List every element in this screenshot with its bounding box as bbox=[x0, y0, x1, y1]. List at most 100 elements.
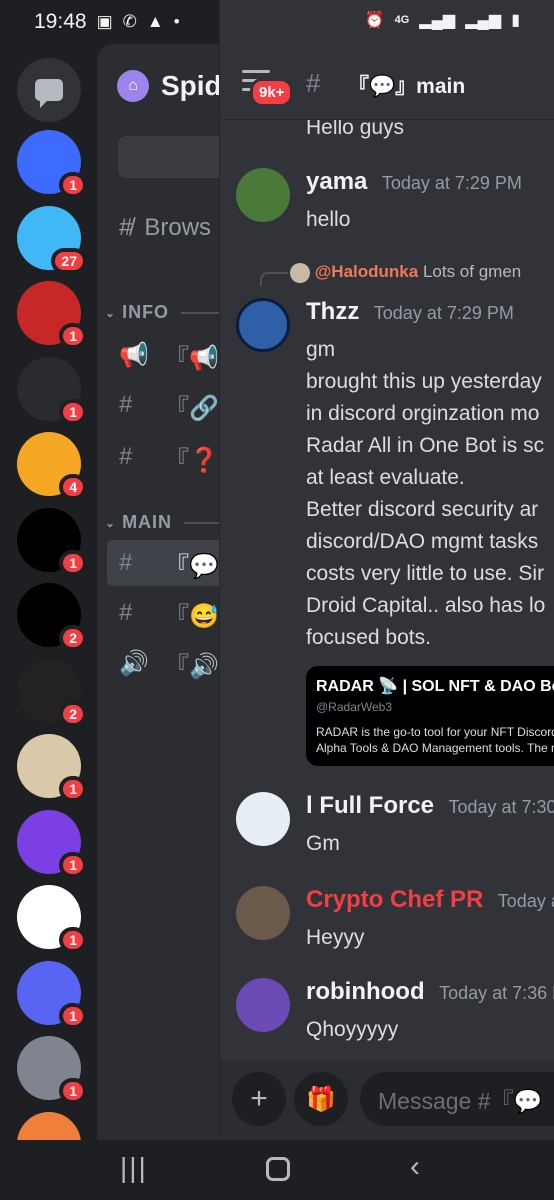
chat-header: 9k+ # 『💬』main bbox=[220, 44, 554, 120]
server-icon[interactable]: 4 bbox=[17, 432, 87, 500]
recent-apps-icon[interactable]: ||| bbox=[120, 1152, 148, 1184]
message-line: Droid Capital.. also has lo bbox=[306, 594, 546, 617]
server-icon[interactable]: 1 bbox=[17, 356, 87, 425]
chat-panel: 9k+ # 『💬』main Hello guys yama Today at 7… bbox=[219, 0, 554, 1200]
avatar[interactable] bbox=[236, 168, 290, 222]
message-header: Thzz Today at 7:29 PM bbox=[306, 298, 514, 326]
unread-badge: 1 bbox=[59, 851, 87, 878]
direct-messages-button[interactable] bbox=[17, 58, 81, 122]
unread-badge: 2 bbox=[59, 700, 87, 727]
server-icon[interactable]: 1 bbox=[17, 960, 87, 1029]
chevron-down-icon: ⌄ bbox=[105, 515, 117, 530]
unread-badge: 4 bbox=[59, 474, 87, 500]
home-button-icon[interactable] bbox=[266, 1157, 290, 1181]
server-name: Spid bbox=[161, 70, 222, 101]
dot-icon: • bbox=[173, 12, 180, 31]
author-name[interactable]: Crypto Chef PR bbox=[306, 886, 483, 913]
channel-name: 『❓ bbox=[165, 446, 219, 474]
status-bar: 19:48 ▣ ✆ ▲ • ⏰ 4G ▂▄▆ ▂▄▆ ▮ bbox=[0, 0, 554, 44]
voice-icon: 🔊 bbox=[119, 649, 149, 677]
reply-avatar bbox=[290, 262, 310, 283]
avatar[interactable] bbox=[236, 886, 290, 940]
author-name[interactable]: Thzz bbox=[306, 298, 359, 325]
channel-name: 『😅 bbox=[165, 602, 219, 630]
avatar[interactable] bbox=[236, 792, 290, 846]
channel-name: 『📢 bbox=[165, 344, 219, 372]
server-rail: 127114122111117 bbox=[0, 44, 97, 1200]
message-composer: + 🎁 Message #『💬 bbox=[220, 1060, 554, 1140]
channel-name: 『🔊 bbox=[165, 652, 219, 680]
network-label: 4G bbox=[394, 14, 410, 26]
reply-mention: @Halodunka bbox=[314, 262, 419, 281]
browse-channels-button[interactable]: #̸ Brows bbox=[119, 214, 211, 242]
message-line: Radar All in One Bot is sc bbox=[306, 434, 545, 457]
reply-preview[interactable]: @Halodunka Lots of gmen bbox=[290, 262, 521, 283]
gift-button[interactable]: 🎁 bbox=[294, 1072, 348, 1126]
locked-hash-icon: # bbox=[119, 443, 133, 470]
author-name[interactable]: yama bbox=[306, 168, 367, 195]
message-body: gm brought this up yesterday in discord … bbox=[306, 334, 545, 654]
unread-badge: 2 bbox=[59, 625, 87, 651]
server-icon[interactable]: 1 bbox=[17, 734, 87, 802]
timestamp: Today at 7:36 P bbox=[439, 983, 554, 1003]
chat-bubble-icon bbox=[35, 79, 63, 108]
message-line: Better discord security ar bbox=[306, 498, 539, 521]
channel-name: 『💬 bbox=[165, 552, 219, 580]
category-label: INFO bbox=[122, 302, 170, 322]
server-icon[interactable]: 2 bbox=[17, 583, 87, 651]
server-icon[interactable]: 1 bbox=[17, 130, 87, 198]
unread-badge: 1 bbox=[59, 1078, 87, 1104]
server-icon[interactable]: 1 bbox=[17, 281, 87, 349]
warning-icon: ▲ bbox=[146, 12, 164, 31]
server-icon[interactable]: 1 bbox=[17, 1036, 87, 1104]
unread-badge: 1 bbox=[59, 398, 87, 425]
message-line: gm bbox=[306, 338, 336, 361]
message-line: focused bots. bbox=[306, 626, 431, 649]
server-icon[interactable]: 1 bbox=[17, 809, 87, 878]
embed-title: RADAR 📡 | SOL NFT & DAO Bot bbox=[316, 678, 554, 695]
message-body: Gm bbox=[306, 832, 340, 855]
reply-text: Lots of gmen bbox=[422, 262, 522, 281]
avatar[interactable] bbox=[236, 978, 290, 1032]
message-header: Crypto Chef PR Today a bbox=[306, 886, 554, 914]
message-list[interactable]: Hello guys yama Today at 7:29 PM hello @… bbox=[220, 110, 554, 1060]
author-name[interactable]: robinhood bbox=[306, 978, 425, 1005]
announcement-icon: 📢 bbox=[119, 341, 149, 369]
locked-hash-icon: # bbox=[119, 599, 133, 626]
chevron-down-icon: ⌄ bbox=[105, 305, 117, 320]
message-body: hello bbox=[306, 208, 351, 231]
browse-icon: #̸ bbox=[119, 214, 133, 241]
signal-icon: ▂▄▆ bbox=[419, 12, 456, 29]
message-header: yama Today at 7:29 PM bbox=[306, 168, 522, 196]
message-line: in discord orginzation mo bbox=[306, 402, 540, 425]
avatar[interactable] bbox=[236, 298, 290, 352]
embed-line: RADAR is the go-to tool for your NFT Dis… bbox=[316, 725, 554, 739]
server-icon[interactable]: 27 bbox=[17, 205, 87, 274]
add-attachment-button[interactable]: + bbox=[232, 1072, 286, 1126]
status-time: 19:48 bbox=[34, 10, 87, 33]
unread-badge: 1 bbox=[59, 323, 87, 349]
author-name[interactable]: l Full Force bbox=[306, 792, 434, 819]
embed-line: Alpha Tools & DAO Management tools. The … bbox=[316, 741, 554, 755]
unread-badge: 1 bbox=[59, 172, 87, 198]
timestamp: Today at 7:30 bbox=[448, 797, 554, 817]
timestamp: Today at 7:29 PM bbox=[373, 303, 514, 323]
category-label: MAIN bbox=[122, 512, 173, 532]
timestamp: Today a bbox=[497, 891, 554, 911]
server-header[interactable]: ⌂ Spid bbox=[117, 70, 222, 102]
message-header: l Full Force Today at 7:30 bbox=[306, 792, 554, 820]
server-icon[interactable]: 1 bbox=[17, 507, 87, 576]
embed-handle: @RadarWeb3 bbox=[316, 700, 392, 714]
server-icon[interactable]: 2 bbox=[17, 658, 87, 727]
server-icon[interactable]: 1 bbox=[17, 885, 87, 953]
message-line: discord/DAO mgmt tasks bbox=[306, 530, 539, 553]
locked-hash-icon: # bbox=[306, 68, 321, 98]
call-icon: ✆ bbox=[122, 12, 137, 31]
locked-hash-icon: # bbox=[119, 549, 133, 576]
locked-hash-icon: # bbox=[119, 391, 133, 418]
back-icon[interactable]: ‹ bbox=[410, 1150, 420, 1184]
message-body: Heyyy bbox=[306, 926, 365, 949]
message-input[interactable]: Message #『💬 bbox=[360, 1072, 554, 1126]
channel-title[interactable]: 『💬』main bbox=[348, 70, 465, 100]
link-embed[interactable]: RADAR 📡 | SOL NFT & DAO Bot @RadarWeb3 R… bbox=[306, 666, 554, 766]
